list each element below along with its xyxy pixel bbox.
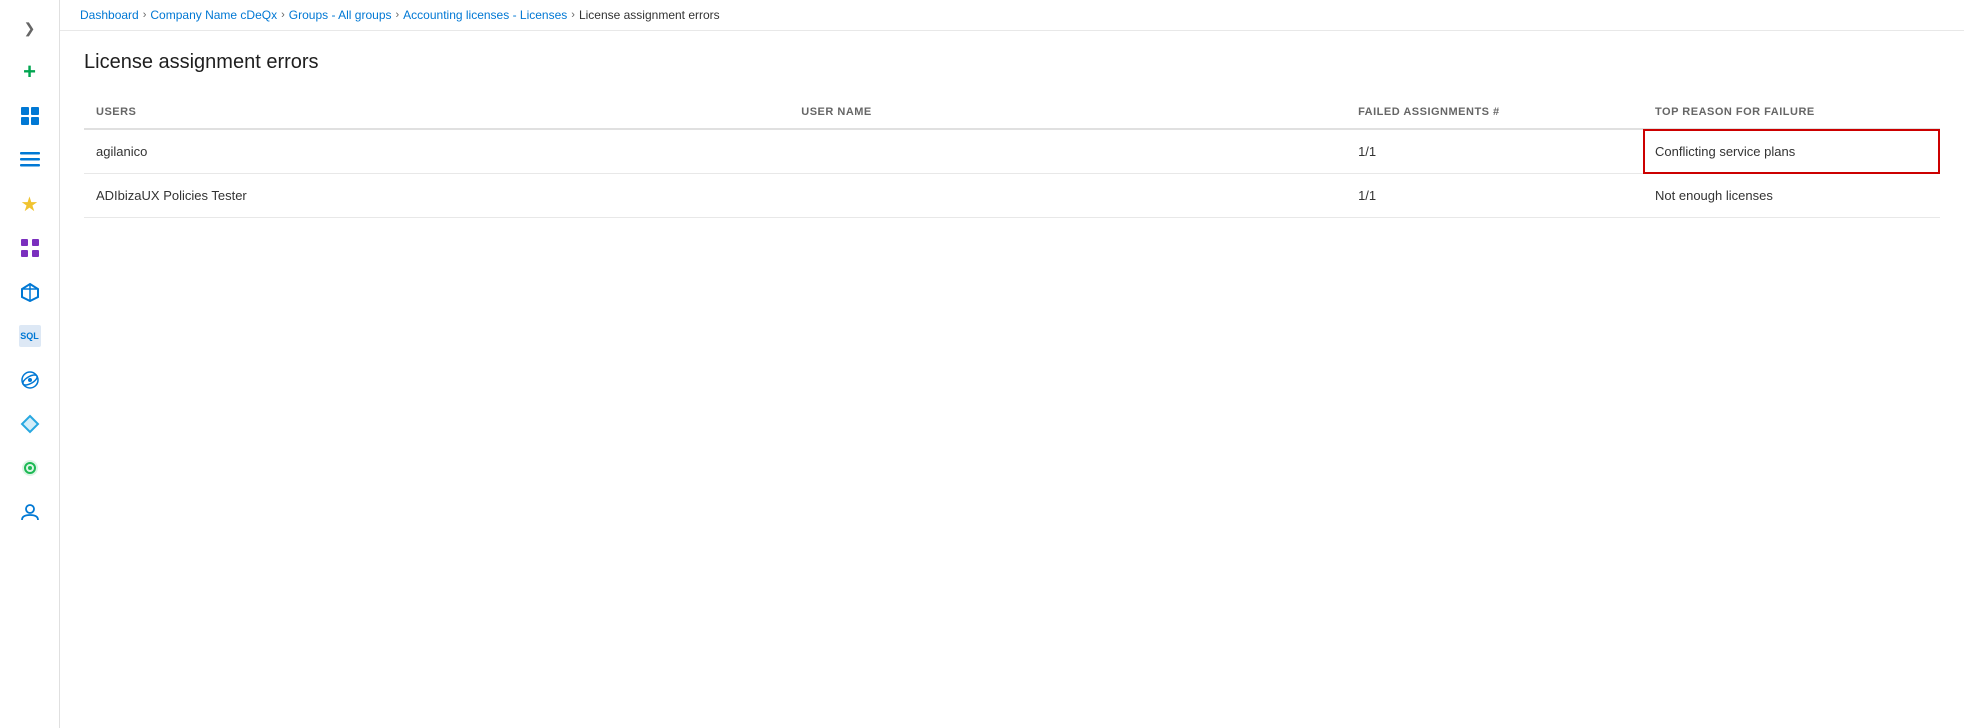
- breadcrumb-current: License assignment errors: [579, 8, 720, 22]
- breadcrumb-company[interactable]: Company Name cDeQx: [150, 8, 277, 22]
- sidebar-item-favorites[interactable]: ★: [6, 184, 54, 224]
- user-icon: [19, 501, 41, 523]
- star-icon: ★: [19, 193, 41, 215]
- cell-username: [789, 174, 1346, 218]
- expand-sidebar-button[interactable]: ❯: [6, 8, 54, 48]
- content-area: License assignment errors USERS USER NAM…: [60, 31, 1964, 728]
- sidebar-item-sql[interactable]: SQL: [6, 316, 54, 356]
- breadcrumb-sep-4: ›: [571, 9, 575, 21]
- column-header-reason: TOP REASON FOR FAILURE: [1643, 98, 1940, 129]
- cell-users: agilanico: [84, 129, 789, 174]
- main-content: Dashboard › Company Name cDeQx › Groups …: [60, 0, 1964, 728]
- add-button[interactable]: +: [6, 52, 54, 92]
- breadcrumb-dashboard[interactable]: Dashboard: [80, 8, 139, 22]
- cell-reason: Not enough licenses: [1643, 174, 1940, 218]
- cell-failed-assignments: 1/1: [1346, 174, 1643, 218]
- cell-users: ADIbizaUX Policies Tester: [84, 174, 789, 218]
- plus-icon: +: [19, 61, 41, 83]
- breadcrumb-sep-3: ›: [396, 9, 400, 21]
- sql-icon: SQL: [19, 325, 41, 347]
- sidebar-item-dashboard[interactable]: [6, 96, 54, 136]
- grid-icon: [19, 237, 41, 259]
- eye-icon: [19, 457, 41, 479]
- breadcrumb-sep-1: ›: [143, 9, 147, 21]
- license-errors-table: USERS USER NAME FAILED ASSIGNMENTS # TOP…: [84, 98, 1940, 218]
- breadcrumb-sep-2: ›: [281, 9, 285, 21]
- sidebar-item-monitor[interactable]: [6, 448, 54, 488]
- sidebar-item-user[interactable]: [6, 492, 54, 532]
- sidebar-item-diamond[interactable]: [6, 404, 54, 444]
- list-icon: [19, 149, 41, 171]
- cell-failed-assignments: 1/1: [1346, 129, 1643, 174]
- chevron-right-icon: ❯: [19, 17, 41, 39]
- table-row[interactable]: ADIbizaUX Policies Tester 1/1Not enough l…: [84, 174, 1940, 218]
- sidebar-item-resources[interactable]: [6, 272, 54, 312]
- column-header-users: USERS: [84, 98, 789, 129]
- sidebar-item-all-services[interactable]: [6, 140, 54, 180]
- column-header-username: USER NAME: [789, 98, 1346, 129]
- table-header-row: USERS USER NAME FAILED ASSIGNMENTS # TOP…: [84, 98, 1940, 129]
- table-row[interactable]: agilanico 1/1Conflicting service plans: [84, 129, 1940, 174]
- sidebar-item-orbit[interactable]: [6, 360, 54, 400]
- column-header-failed: FAILED ASSIGNMENTS #: [1346, 98, 1643, 129]
- sidebar-item-apps[interactable]: [6, 228, 54, 268]
- dashboard-icon: [19, 105, 41, 127]
- page-title: License assignment errors: [84, 51, 1940, 74]
- package-icon: [19, 281, 41, 303]
- cell-reason: Conflicting service plans: [1643, 129, 1940, 174]
- diamond-icon: [19, 413, 41, 435]
- cell-username: [789, 129, 1346, 174]
- orbit-icon: [19, 369, 41, 391]
- breadcrumb-groups[interactable]: Groups - All groups: [289, 8, 392, 22]
- sidebar: ❯ + ★: [0, 0, 60, 728]
- breadcrumb-licenses[interactable]: Accounting licenses - Licenses: [403, 8, 567, 22]
- breadcrumb: Dashboard › Company Name cDeQx › Groups …: [60, 0, 1964, 31]
